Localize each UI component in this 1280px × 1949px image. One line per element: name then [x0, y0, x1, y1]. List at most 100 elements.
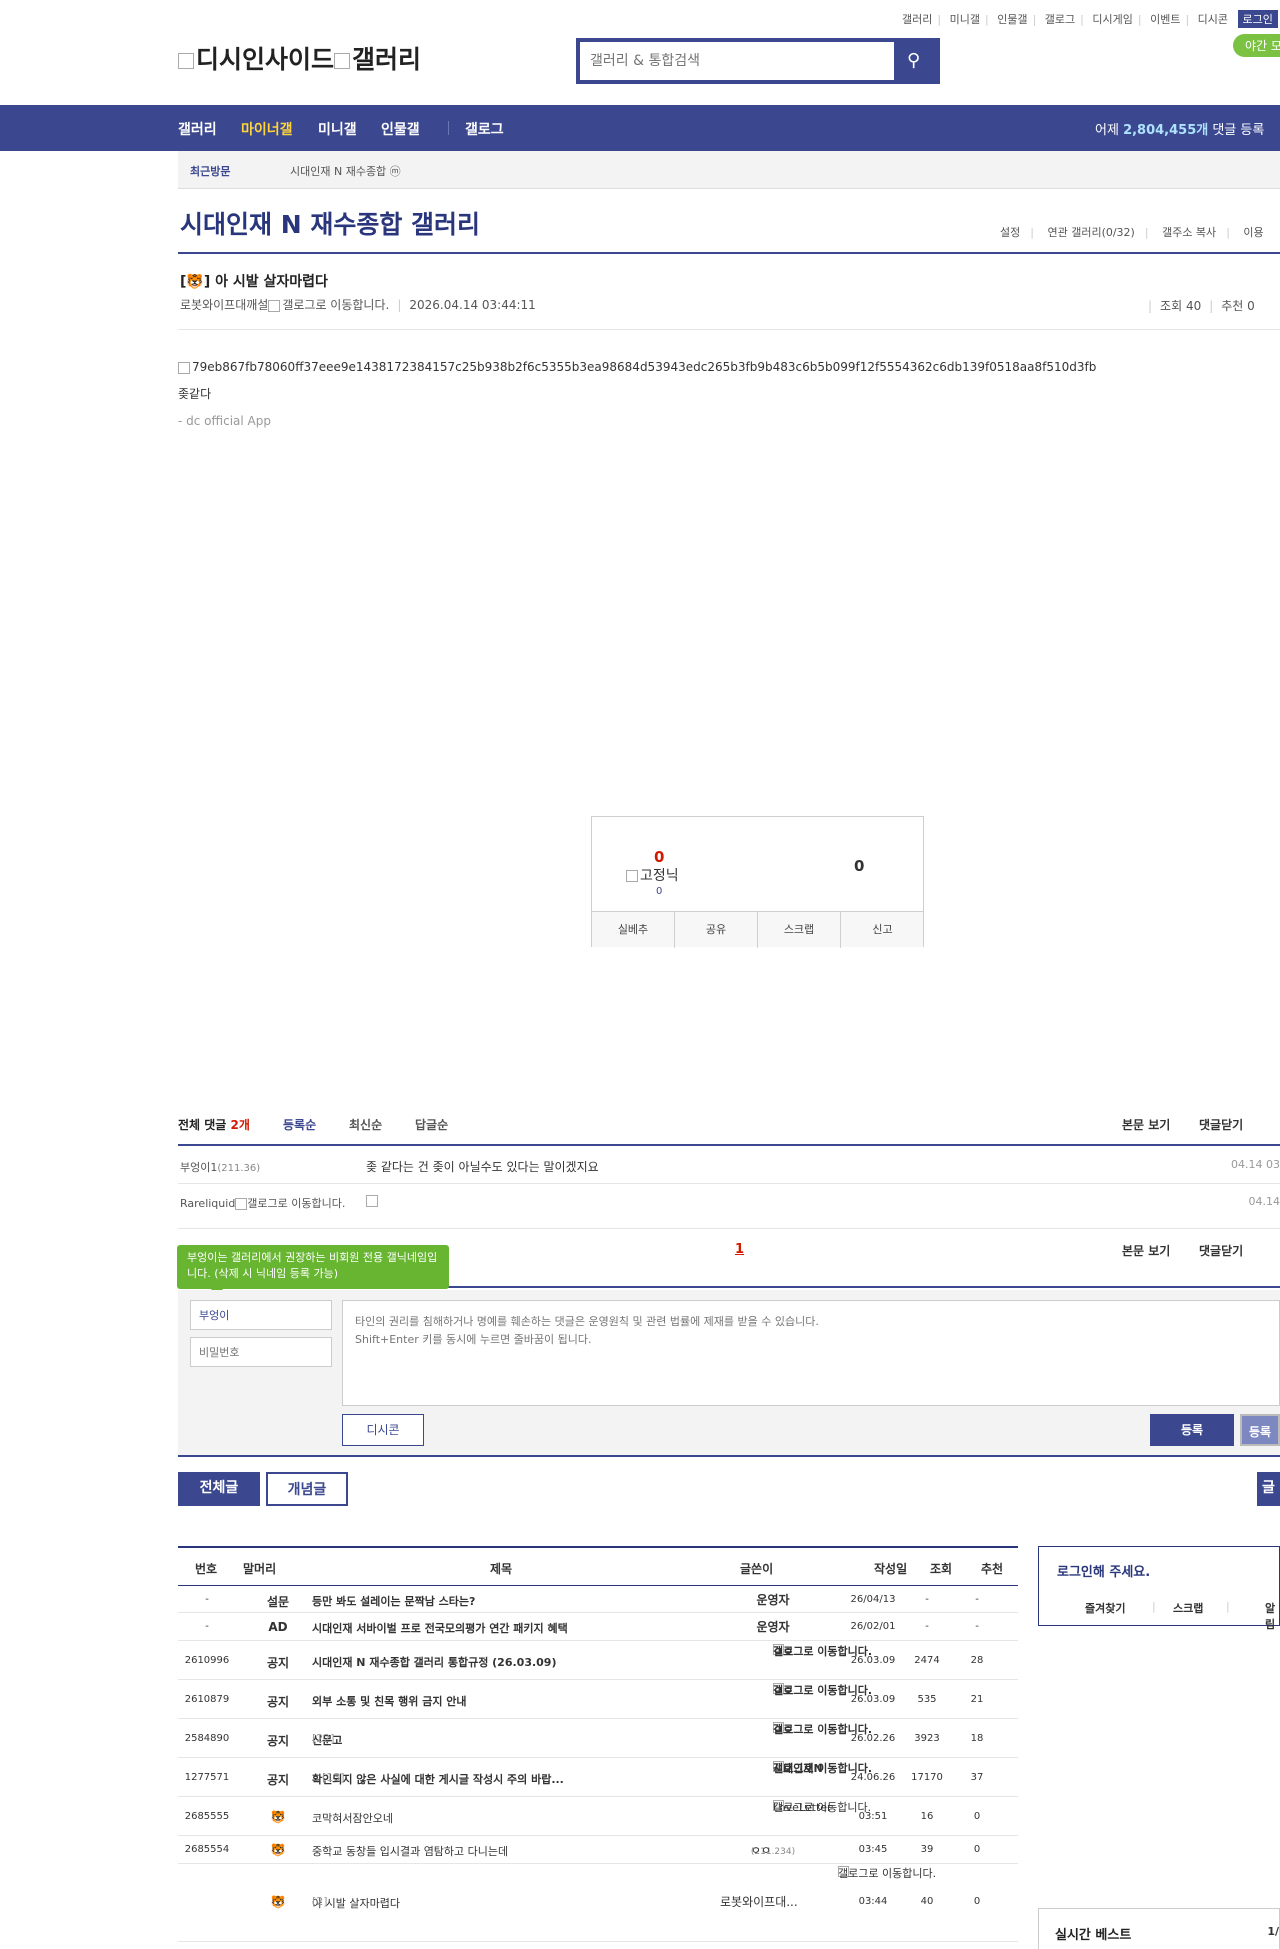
table-row[interactable]: 2685555 🐯 코막혀서잠안오네 LoveLetter 갤로그로 이동합니다… — [178, 1797, 1018, 1836]
report-button[interactable]: 신고 — [841, 912, 924, 948]
sort-registered[interactable]: 등록순 — [283, 1116, 316, 1133]
table-row[interactable]: - 설문 등만 봐도 설레이는 문짝남 스타는? 운영자 26/04/13 - … — [178, 1586, 1018, 1613]
post-title-text: 아 시발 살자마렵다 — [215, 274, 328, 290]
post-author[interactable]: 로봇와이프대깨설 — [180, 298, 268, 312]
submit-with-dccon-button[interactable]: 등록 — [1240, 1414, 1280, 1446]
dccon-button[interactable]: 디시콘 — [342, 1414, 424, 1446]
comment-stats: 어제 2,804,455개 댓글 등록 — [1095, 123, 1265, 138]
gallery-title[interactable]: 시대인재 N 재수종합 갤러리 — [180, 205, 480, 241]
row-writer[interactable]: 로봇와이프대... — [720, 1895, 810, 1910]
row-head-icon: 🐯 — [270, 1843, 286, 1857]
row-writer[interactable]: 운영자 — [714, 1620, 832, 1635]
view-body-button[interactable]: 본문 보기 — [1122, 1242, 1170, 1259]
comment-total: 전체 댓글 2개 — [178, 1118, 250, 1132]
search-button[interactable]: ⚲ — [894, 38, 940, 84]
row-recommends: 0 — [973, 1896, 981, 1907]
row-number: 2610879 — [184, 1694, 230, 1705]
vote-box: 0 고정닉 0 0 실베추 공유 스크랩 신고 — [591, 816, 924, 948]
comment-nick[interactable]: 부엉이1(211.36) — [180, 1159, 260, 1175]
comment-stats-count: 2,804,455개 — [1123, 123, 1209, 138]
close-comments-button[interactable]: 댓글닫기 — [1199, 1116, 1243, 1133]
row-writer[interactable]: ㅇㅇ (211.234) — [714, 1843, 832, 1860]
comment-nick[interactable]: Rareliquid 갤로그로 이동합니다. — [180, 1195, 345, 1211]
nav-person-gallery[interactable]: 인물갤 — [381, 119, 420, 139]
close-comments-button[interactable]: 댓글닫기 — [1199, 1242, 1243, 1259]
row-date: 26.03.09 — [850, 1694, 896, 1705]
realtime-best-title: 실시간 베스트 — [1055, 1928, 1132, 1943]
notification-link[interactable]: 알림 — [1265, 1600, 1279, 1632]
tab-recommended-posts[interactable]: 개념글 — [266, 1472, 348, 1506]
favorites-link[interactable]: 즐겨찾기 — [1085, 1600, 1125, 1616]
downvote-count[interactable]: 0 — [854, 857, 864, 875]
comment-page-current[interactable]: 1 — [735, 1242, 744, 1257]
table-row[interactable]: 🐯 아 시발 살자마렵다 [2] 로봇와이프대... 갤로그로 이동합니다. 0… — [178, 1864, 1018, 1942]
nav-divider — [448, 121, 449, 135]
recent-visit-gallery[interactable]: 시대인재 N 재수종합 ⓜ — [290, 163, 401, 179]
login-box: 로그인해 주세요. 즐겨찾기 | 스크랩 | 알림 — [1038, 1546, 1280, 1631]
search-input[interactable] — [580, 42, 880, 80]
scrap-link[interactable]: 스크랩 — [1173, 1600, 1203, 1616]
row-writer[interactable]: 운영자 — [714, 1593, 832, 1608]
related-gallery-link[interactable]: 연관 갤러리(0/32) — [1047, 226, 1134, 239]
top-link-event[interactable]: 이벤트 — [1150, 13, 1180, 26]
site-logo[interactable]: 디시인사이드 갤러리 — [178, 40, 421, 76]
row-views: 17170 — [911, 1772, 943, 1783]
submit-button[interactable]: 등록 — [1150, 1414, 1234, 1446]
top-link-dcgame[interactable]: 디시게임 — [1092, 13, 1132, 26]
top-link-persongall[interactable]: 인물갤 — [997, 13, 1027, 26]
gallery-settings-link[interactable]: 설정 — [1000, 226, 1020, 239]
row-number: 2584890 — [184, 1733, 230, 1744]
view-body-button[interactable]: 본문 보기 — [1122, 1116, 1170, 1133]
nav-gallery[interactable]: 갤러리 — [178, 119, 217, 139]
row-recommends: - — [975, 1621, 979, 1632]
nav-minor-gallery[interactable]: 마이너갤 — [241, 119, 293, 139]
col-recommends: 추천 — [981, 1562, 1004, 1576]
table-row[interactable]: 1277571 공지 확인되지 않은 사실에 대한 게시글 작성시 주의 바랍.… — [178, 1758, 1018, 1797]
top-link-gallog[interactable]: 갤로그 — [1045, 13, 1075, 26]
upvote-count[interactable]: 0 — [654, 848, 664, 866]
nav-gallog[interactable]: 갤로그 — [465, 119, 504, 139]
row-views: 2474 — [914, 1655, 940, 1666]
login-prompt[interactable]: 로그인해 주세요. — [1057, 1561, 1150, 1580]
table-row[interactable]: 2610879 공지 외부 소통 및 친목 행위 금지 안내 ㅇㅇ 갤로그로 이… — [178, 1680, 1018, 1719]
share-button[interactable]: 공유 — [675, 912, 758, 948]
night-mode-button[interactable]: 야간 모 — [1233, 34, 1280, 57]
write-post-button[interactable]: 글 — [1257, 1472, 1280, 1506]
nav-mini-gallery[interactable]: 미니갤 — [318, 119, 357, 139]
top-link-dccon[interactable]: 디시콘 — [1198, 13, 1228, 26]
row-date: 03:45 — [858, 1844, 888, 1855]
post-datetime: 2026.04.14 03:44:11 — [409, 298, 536, 312]
tab-all-posts[interactable]: 전체글 — [178, 1472, 260, 1506]
post-stats: | 조회 40 | 추천 0 — [1148, 299, 1255, 313]
table-row[interactable]: 2610996 공지 시대인재 N 재수종합 갤러리 통합규정 (26.03.0… — [178, 1641, 1018, 1680]
row-number: - — [205, 1621, 209, 1632]
post-head-icon: 🐯 — [186, 274, 204, 290]
post-recommends: 추천 0 — [1221, 299, 1255, 313]
row-views: 3923 — [914, 1733, 940, 1744]
sort-latest[interactable]: 최신순 — [349, 1116, 382, 1133]
table-row[interactable]: - AD 시대인재 서바이벌 프로 전국모의평가 연간 패키지 혜택 운영자 2… — [178, 1613, 1018, 1641]
nickname-input[interactable] — [190, 1300, 332, 1330]
top-link-minigall[interactable]: 미니갤 — [950, 13, 980, 26]
broken-image-icon — [626, 870, 638, 882]
top-link-gallery[interactable]: 갤러리 — [902, 13, 932, 26]
copy-gallery-url-link[interactable]: 갤주소 복사 — [1162, 226, 1216, 239]
scrap-button[interactable]: 스크랩 — [758, 912, 841, 948]
post-image-alt: 79eb867fb78060ff37eee9e1438172384157c25b… — [192, 360, 1097, 374]
sort-replies[interactable]: 답글순 — [415, 1116, 448, 1133]
table-row[interactable]: 2584890 공지 신문고 [22] ㅇㅇ 갤로그로 이동합니다. 26.02… — [178, 1719, 1018, 1758]
login-button[interactable]: 로그인 — [1237, 10, 1278, 28]
search-box: ⚲ — [576, 38, 940, 84]
password-input[interactable] — [190, 1337, 332, 1367]
real-best-button[interactable]: 실베추 — [592, 912, 675, 948]
post-views: 조회 40 — [1160, 299, 1202, 313]
broken-image-icon — [334, 53, 351, 69]
gallog-link[interactable]: 갤로그로 이동합니다. — [282, 298, 389, 312]
row-head: 공지 — [266, 1695, 290, 1709]
row-views: 39 — [920, 1844, 934, 1855]
gallery-usage-link[interactable]: 이용 — [1243, 226, 1263, 239]
row-views: - — [925, 1594, 929, 1605]
table-row[interactable]: 2685554 🐯 중학교 동창들 입시결과 염탐하고 다니는데 ㅇㅇ (211… — [178, 1836, 1018, 1864]
comment-textarea[interactable] — [342, 1300, 1280, 1406]
row-number: 2685554 — [184, 1844, 230, 1855]
